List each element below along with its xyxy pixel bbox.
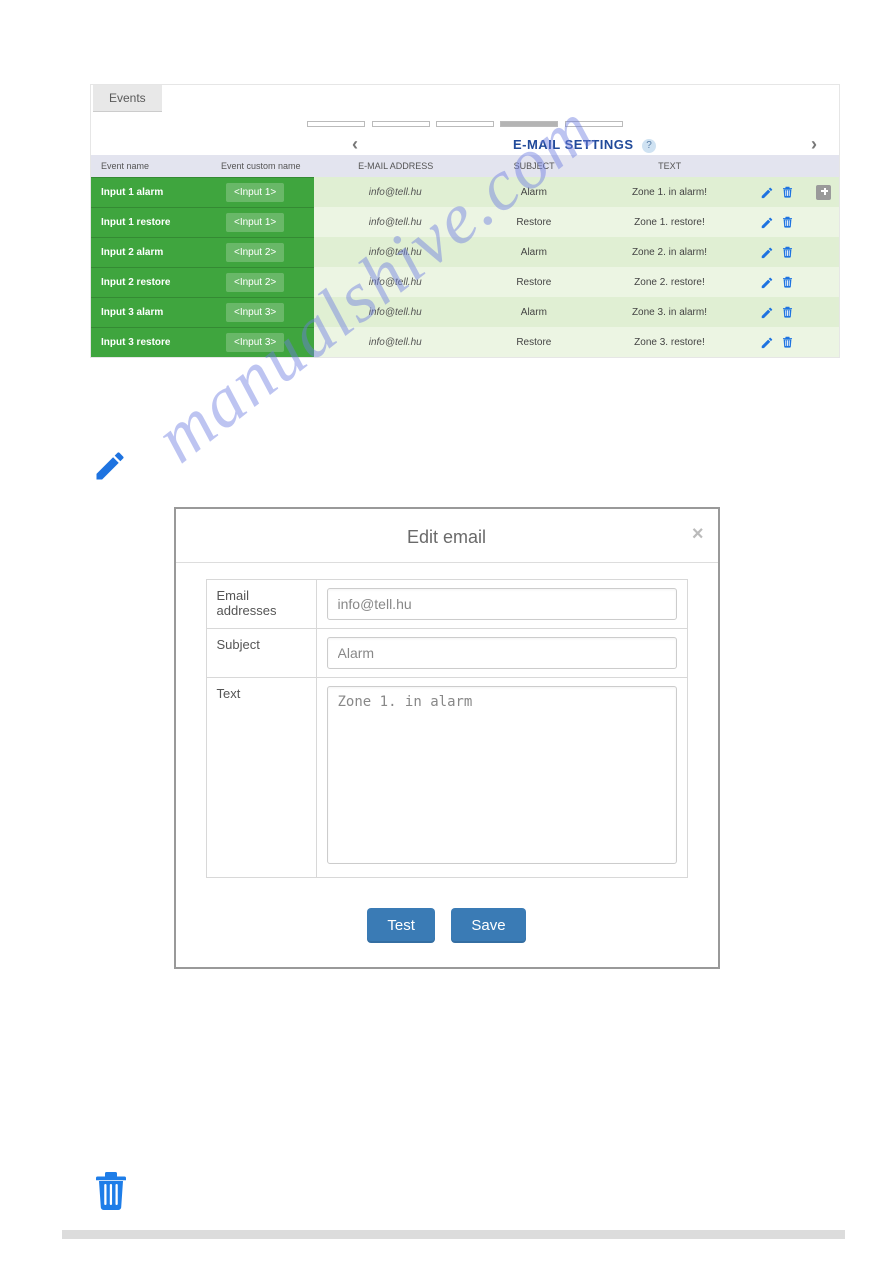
delete-icon[interactable] [781,215,794,229]
label-text: Text [206,678,316,878]
edit-icon[interactable] [760,276,773,289]
edit-icon[interactable] [760,246,773,259]
col-subject: SUBJECT [476,155,592,177]
table-header: Event name Event custom name E-MAIL ADDR… [91,155,839,177]
cell-email: info@tell.hu [314,327,476,357]
edit-icon[interactable] [760,216,773,229]
cell-text: Zone 3. restore! [592,327,748,357]
table-row: Input 2 restore<Input 2> info@tell.huRest… [91,267,839,297]
event-name: Input 1 alarm [101,187,226,198]
footer-divider [62,1230,845,1239]
events-panel: Events ‹ E-MAIL SETTINGS ? › Event name … [90,84,840,358]
delete-icon-large [92,1169,893,1216]
delete-icon[interactable] [781,305,794,319]
close-icon[interactable]: × [692,523,704,546]
col-email: E-MAIL ADDRESS [315,155,476,177]
delete-icon[interactable] [781,185,794,199]
cell-subject: Restore [476,267,592,297]
cell-text: Zone 1. restore! [592,207,748,237]
event-custom-name[interactable]: <Input 1> [226,183,284,202]
delete-icon[interactable] [781,245,794,259]
next-arrow[interactable]: › [803,134,825,155]
cell-text: Zone 2. in alarm! [592,237,748,267]
pager-seg-active[interactable] [500,121,558,127]
event-custom-name[interactable]: <Input 2> [226,273,284,292]
test-button[interactable]: Test [367,908,435,943]
event-custom-name[interactable]: <Input 3> [226,333,284,352]
add-icon[interactable] [816,185,831,200]
edit-icon-large [92,448,893,489]
label-email: Email addresses [206,580,316,629]
text-field[interactable]: Zone 1. in alarm [327,686,677,864]
pager-seg[interactable] [307,121,365,127]
event-name: Input 2 restore [101,277,226,288]
subject-field[interactable] [327,637,677,669]
col-text: TEXT [592,155,747,177]
edit-email-modal: Edit email × Email addresses Subject Tex… [174,507,720,969]
delete-icon[interactable] [781,335,794,349]
event-name: Input 2 alarm [101,247,226,258]
table-row: Input 3 alarm<Input 3> info@tell.huAlarmZ… [91,297,839,327]
cell-text: Zone 1. in alarm! [592,177,748,207]
event-name: Input 3 restore [101,337,226,348]
pager-seg[interactable] [436,121,494,127]
cell-email: info@tell.hu [314,207,476,237]
col-eventname: Event name [91,161,221,171]
table-row: Input 3 restore<Input 3> info@tell.huRest… [91,327,839,357]
edit-icon[interactable] [760,336,773,349]
cell-email: info@tell.hu [314,177,476,207]
email-field[interactable] [327,588,677,620]
tab-events[interactable]: Events [93,85,162,112]
cell-subject: Alarm [476,177,592,207]
help-icon[interactable]: ? [642,139,656,153]
cell-email: info@tell.hu [314,237,476,267]
modal-title: Edit email [407,527,486,547]
event-name: Input 1 restore [101,217,226,228]
event-custom-name[interactable]: <Input 2> [226,243,284,262]
col-custom: Event custom name [221,161,315,171]
event-custom-name[interactable]: <Input 1> [226,213,284,232]
pager-segments [91,112,839,132]
table-row: Input 1 alarm<Input 1> info@tell.huAlarmZ… [91,177,839,207]
save-button[interactable]: Save [451,908,525,943]
event-custom-name[interactable]: <Input 3> [226,303,284,322]
cell-email: info@tell.hu [314,297,476,327]
cell-subject: Restore [476,207,592,237]
cell-subject: Alarm [476,237,592,267]
cell-email: info@tell.hu [314,267,476,297]
prev-arrow[interactable]: ‹ [344,134,366,155]
event-name: Input 3 alarm [101,307,226,318]
cell-subject: Alarm [476,297,592,327]
cell-text: Zone 2. restore! [592,267,748,297]
label-subject: Subject [206,629,316,678]
cell-text: Zone 3. in alarm! [592,297,748,327]
panel-title: E-MAIL SETTINGS [513,137,634,152]
pager-seg[interactable] [565,121,623,127]
edit-icon[interactable] [760,186,773,199]
cell-subject: Restore [476,327,592,357]
table-row: Input 2 alarm<Input 2> info@tell.huAlarmZ… [91,237,839,267]
pager-seg[interactable] [372,121,430,127]
edit-icon[interactable] [760,306,773,319]
table-row: Input 1 restore<Input 1> info@tell.huRest… [91,207,839,237]
delete-icon[interactable] [781,275,794,289]
